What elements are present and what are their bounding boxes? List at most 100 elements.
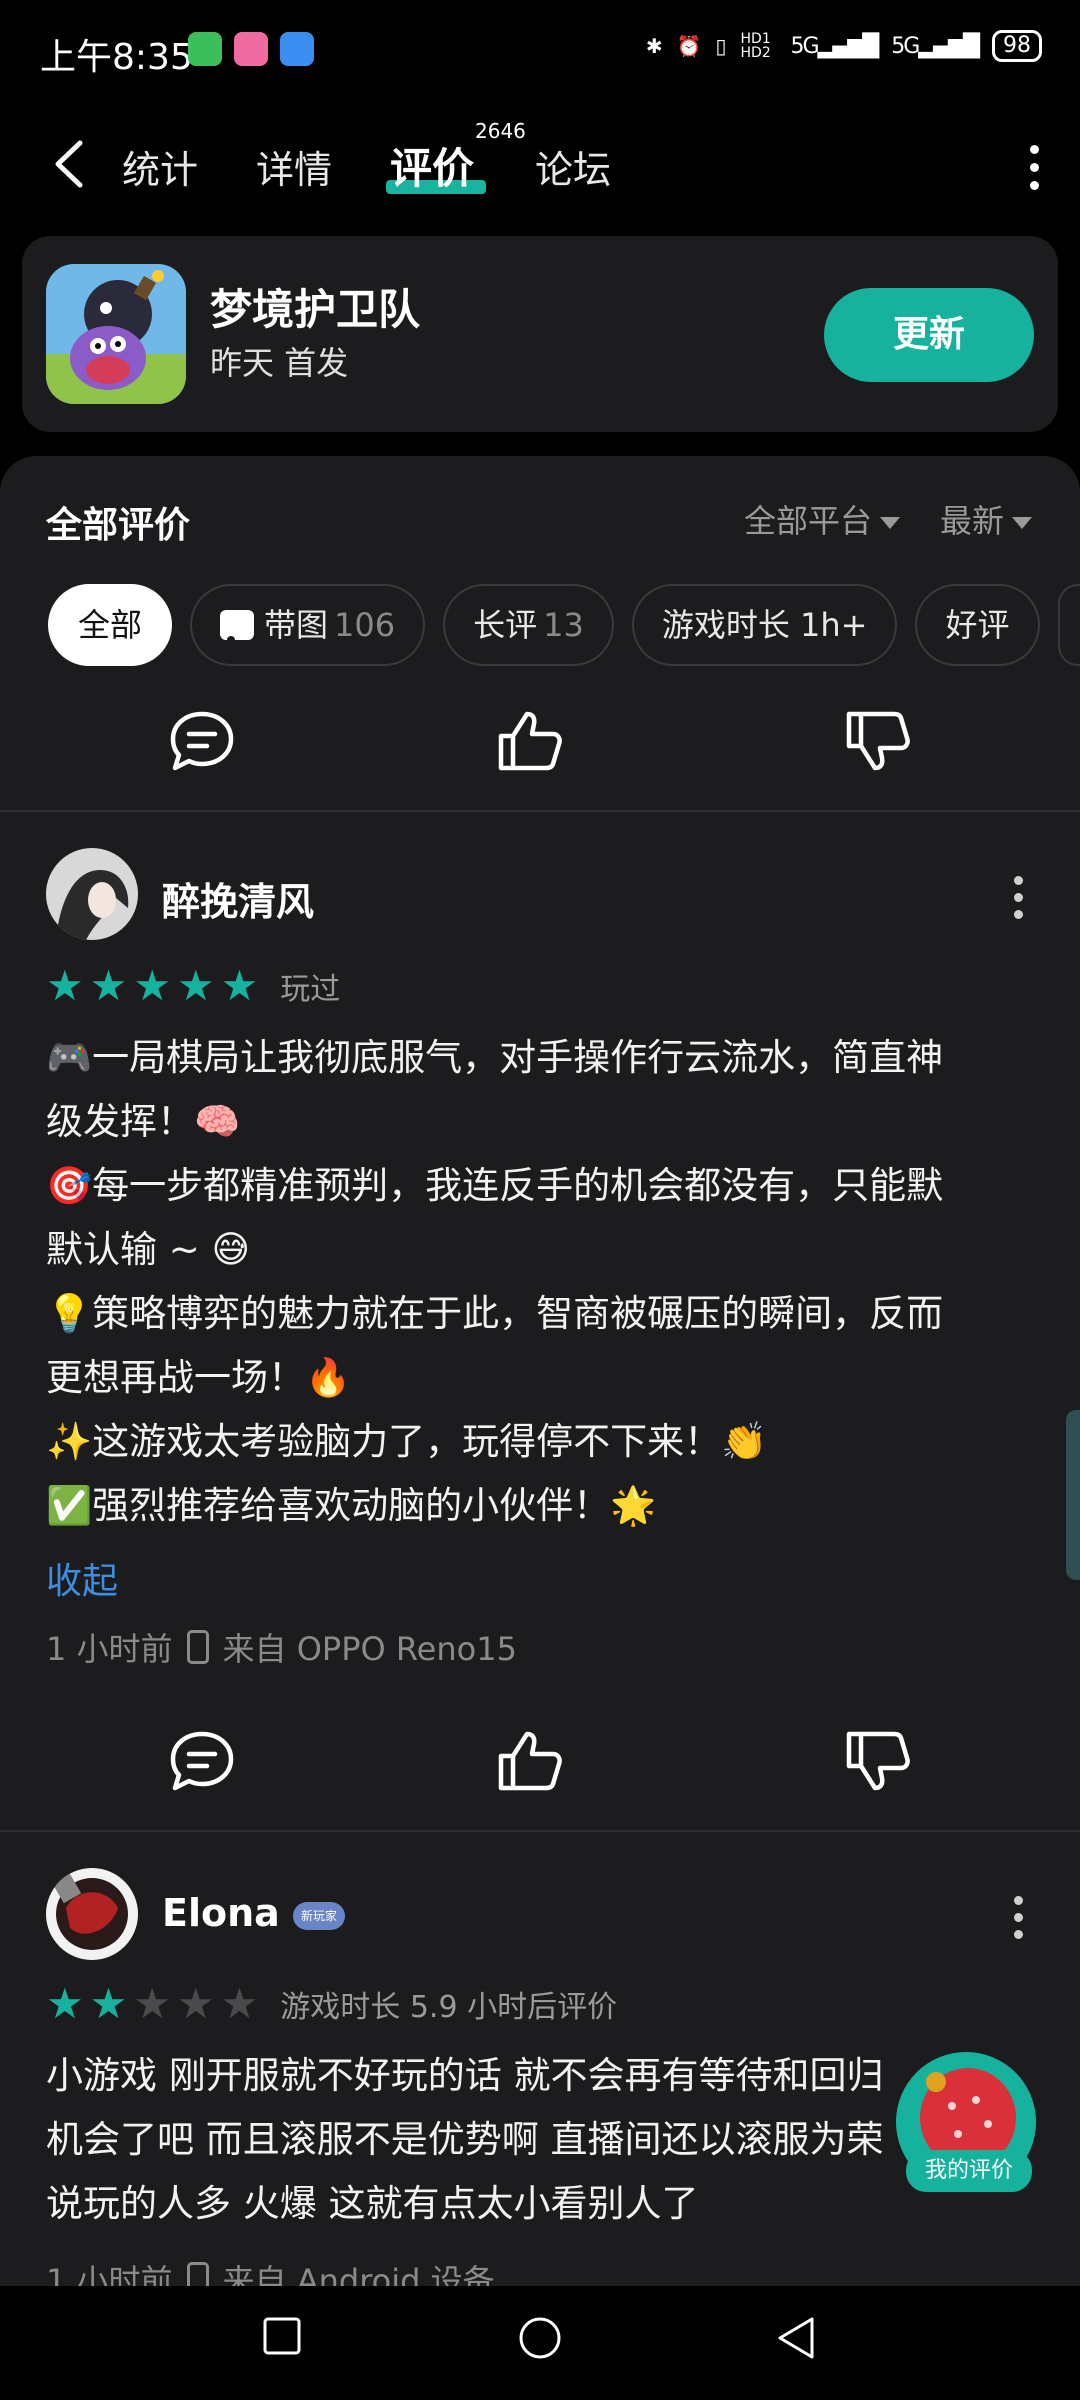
collapse-link[interactable]: 收起 xyxy=(46,1552,118,1604)
star-empty-icon: ★ xyxy=(220,1979,259,2028)
chip-all[interactable]: 全部 xyxy=(48,584,173,666)
star-icon: ★ xyxy=(46,1979,84,2028)
star-icon: ★ xyxy=(46,961,84,1010)
thumbs-down-icon[interactable] xyxy=(843,1726,913,1796)
rating-stars: ★ ★ ★ ★ ★ 游戏时长 5.9 小时后评价 xyxy=(46,1982,617,2026)
chip-more[interactable] xyxy=(1057,584,1080,666)
scroll-handle[interactable] xyxy=(1066,1410,1080,1580)
chevron-down-icon xyxy=(879,517,900,529)
review-line: ✅强烈推荐给喜欢动脑的小伙伴！🌟 xyxy=(46,1484,657,1527)
review-text: 🎮一局棋局让我彻底服气，对手操作行云流水，简直神 级发挥！🧠 🎯每一步都精准预判… xyxy=(46,1026,1036,1538)
chevron-down-icon xyxy=(1012,517,1032,529)
bluetooth-icon: ✱ xyxy=(645,34,663,58)
signal-icon-2: 5G▂▄▆█ xyxy=(891,33,980,59)
reviews-filters: 全部平台 最新 xyxy=(744,496,1032,542)
platform-filter-dropdown[interactable]: 全部平台 xyxy=(744,496,900,542)
hd-icon: HD1 HD2 xyxy=(740,31,771,61)
phone-icon xyxy=(186,2262,209,2286)
divider xyxy=(0,1830,1080,1832)
rating-stars: ★ ★ ★ ★ ★ 玩过 xyxy=(46,964,340,1008)
chip-long-reviews[interactable]: 长评 13 xyxy=(443,584,614,666)
review-author[interactable]: Elona 新玩家 xyxy=(162,1891,346,1935)
comment-icon[interactable] xyxy=(167,1726,237,1796)
review-time: 1 小时前 xyxy=(46,1630,173,1668)
review-line: ✨这游戏太考验脑力了，玩得停不下来！👏 xyxy=(46,1420,768,1463)
filter-chips: 全部 带图 106 长评 13 游戏时长 1h+ 好评 xyxy=(48,584,1080,666)
app-release-info: 昨天 首发 xyxy=(210,344,349,382)
review-line: 🎮一局棋局让我彻底服气，对手操作行云流水，简直神 xyxy=(46,1036,944,1079)
phone-icon xyxy=(186,1630,209,1664)
review-time: 1 小时前 xyxy=(46,2262,173,2286)
tab-stats[interactable]: 统计 xyxy=(122,139,198,194)
review-count: 2646 xyxy=(475,119,526,143)
battery-icon: 98 xyxy=(992,30,1042,62)
status-bar: 上午8:35 ✱ ⏰ ▯ HD1 HD2 5G▂▄▆█ 5G▂▄▆█ 98 xyxy=(0,0,1080,100)
review-more-icon[interactable] xyxy=(1014,876,1024,927)
update-button[interactable]: 更新 xyxy=(824,288,1034,382)
app-icon xyxy=(46,264,186,404)
soul-app-icon xyxy=(234,32,268,66)
star-empty-icon: ★ xyxy=(133,1979,171,2028)
sort-dropdown[interactable]: 最新 xyxy=(940,496,1032,542)
thumbs-down-icon[interactable] xyxy=(843,706,913,776)
my-review-button[interactable]: 我的评价 xyxy=(906,2150,1032,2192)
calendar-app-icon xyxy=(280,32,314,66)
reviews-panel: 全部评价 全部平台 最新 全部 带图106 长评13 游戏时长 1h+ 好评 xyxy=(0,456,1080,2286)
more-options-icon[interactable] xyxy=(1028,145,1040,190)
system-nav-bar xyxy=(0,2286,1080,2400)
thumbs-up-icon[interactable] xyxy=(495,1726,565,1796)
chip-positive[interactable]: 好评 xyxy=(915,584,1040,666)
action-row xyxy=(0,1726,1080,1816)
review-tag: 游戏时长 5.9 小时后评价 xyxy=(280,1990,618,2025)
star-empty-icon: ★ xyxy=(176,1979,215,2028)
review-meta: 1 小时前 来自 OPPO Reno15 xyxy=(46,1624,517,1670)
star-icon: ★ xyxy=(176,961,215,1010)
review-author[interactable]: 醉挽清风 xyxy=(162,871,314,926)
tab-reviews[interactable]: 评价 xyxy=(390,135,474,196)
review-line: 更想再战一场！🔥 xyxy=(46,1356,352,1399)
status-right: ✱ ⏰ ▯ HD1 HD2 5G▂▄▆█ 5G▂▄▆█ 98 xyxy=(646,30,1042,62)
comment-icon[interactable] xyxy=(167,706,237,776)
review-meta: 1 小时前 来自 Android 设备 xyxy=(46,2256,495,2286)
divider xyxy=(0,810,1080,812)
status-notification-icons xyxy=(188,32,314,66)
star-icon: ★ xyxy=(220,961,259,1010)
player-badge-icon: 新玩家 xyxy=(293,1901,346,1930)
vibrate-icon: ▯ xyxy=(715,34,727,58)
image-icon xyxy=(220,610,255,656)
alarm-icon: ⏰ xyxy=(676,34,702,58)
review-line: 默认输 ~ 😅 xyxy=(46,1228,251,1271)
review-line: 级发挥！🧠 xyxy=(46,1100,241,1143)
back-nav-icon[interactable] xyxy=(776,2316,816,2360)
messages-app-icon xyxy=(188,32,222,66)
app-name: 梦境护卫队 xyxy=(210,285,421,334)
recents-icon[interactable] xyxy=(262,2316,302,2356)
review-line: 🎯每一步都精准预判，我连反手的机会都没有，只能默 xyxy=(46,1164,944,1207)
tab-forum[interactable]: 论坛 xyxy=(535,139,611,194)
chip-with-images[interactable]: 带图 106 xyxy=(190,584,426,666)
review-line: 小游戏 刚开服就不好玩的话 就不会再有等待和回归 xyxy=(46,2054,884,2097)
review-text: 小游戏 刚开服就不好玩的话 就不会再有等待和回归 机会了吧 而且滚服不是优势啊 … xyxy=(46,2044,1036,2236)
star-icon: ★ xyxy=(89,961,128,1010)
review-line: 机会了吧 而且滚服不是优势啊 直播间还以滚服为荣 xyxy=(46,2118,884,2161)
top-nav: 统计 详情 评价 2646 论坛 xyxy=(0,115,1080,215)
reviews-title: 全部评价 xyxy=(46,505,191,546)
app-card[interactable]: 梦境护卫队 昨天 首发 更新 xyxy=(22,236,1058,432)
star-icon: ★ xyxy=(133,961,171,1010)
review-tag: 玩过 xyxy=(280,972,341,1007)
star-icon: ★ xyxy=(89,1979,128,2028)
signal-icon-1: 5G▂▄▆█ xyxy=(790,33,880,59)
avatar[interactable] xyxy=(46,848,138,940)
avatar[interactable] xyxy=(46,1868,138,1960)
review-device: 来自 Android 设备 xyxy=(222,2262,495,2286)
review-device: 来自 OPPO Reno15 xyxy=(222,1630,517,1668)
thumbs-up-icon[interactable] xyxy=(495,706,565,776)
chip-playtime[interactable]: 游戏时长 1h+ xyxy=(631,584,898,666)
review-line: 💡策略博弈的魅力就在于此，智商被碾压的瞬间，反而 xyxy=(46,1292,944,1335)
back-icon[interactable] xyxy=(50,139,90,189)
review-more-icon[interactable] xyxy=(1014,1896,1024,1947)
action-row xyxy=(0,706,1080,796)
status-time: 上午8:35 xyxy=(40,37,193,78)
tab-details[interactable]: 详情 xyxy=(256,139,332,194)
home-icon[interactable] xyxy=(518,2316,562,2360)
